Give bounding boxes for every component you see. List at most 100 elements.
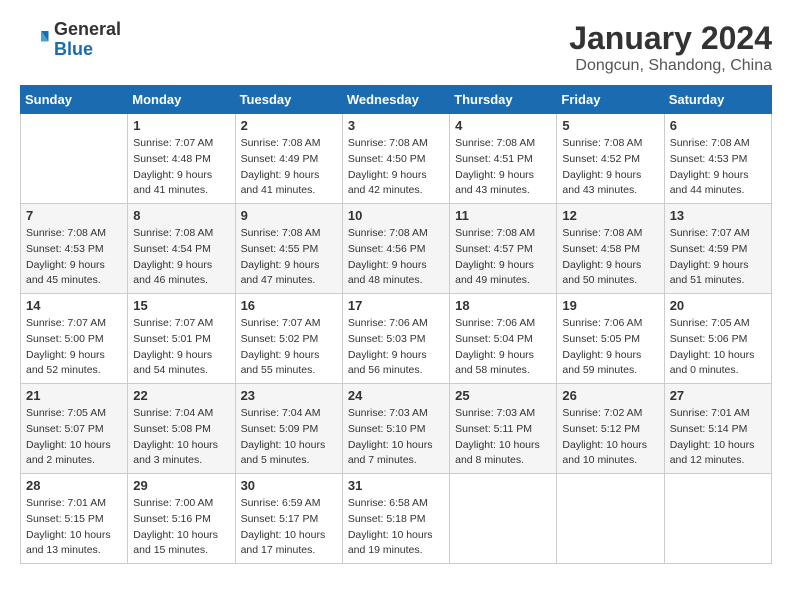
calendar-day-cell: 8 Sunrise: 7:08 AMSunset: 4:54 PMDaylight… — [128, 204, 235, 294]
weekday-header-cell: Thursday — [450, 86, 557, 114]
day-info: Sunrise: 7:00 AMSunset: 5:16 PMDaylight:… — [133, 496, 229, 559]
calendar-day-cell: 27 Sunrise: 7:01 AMSunset: 5:14 PMDayligh… — [664, 384, 771, 474]
day-number: 31 — [348, 478, 444, 493]
calendar-body: 1Sunrise: 7:07 AMSunset: 4:48 PMDaylight… — [21, 114, 772, 564]
day-info: Sunrise: 6:59 AMSunset: 5:17 PMDaylight:… — [241, 496, 337, 559]
calendar-day-cell: 9 Sunrise: 7:08 AMSunset: 4:55 PMDaylight… — [235, 204, 342, 294]
day-number: 29 — [133, 478, 229, 493]
title-block: January 2024 Dongcun, Shandong, China — [569, 20, 772, 75]
day-info: Sunrise: 7:01 AMSunset: 5:15 PMDaylight:… — [26, 496, 122, 559]
day-info: Sunrise: 7:08 AMSunset: 4:49 PMDaylight:… — [241, 136, 337, 199]
day-number: 22 — [133, 388, 229, 403]
day-number: 21 — [26, 388, 122, 403]
weekday-header-cell: Saturday — [664, 86, 771, 114]
logo-icon — [20, 25, 50, 55]
location-subtitle: Dongcun, Shandong, China — [569, 57, 772, 75]
calendar-day-cell: 14 Sunrise: 7:07 AMSunset: 5:00 PMDayligh… — [21, 294, 128, 384]
day-info: Sunrise: 7:06 AMSunset: 5:03 PMDaylight:… — [348, 316, 444, 379]
weekday-header-cell: Sunday — [21, 86, 128, 114]
logo-general: General — [54, 19, 121, 39]
day-info: Sunrise: 7:03 AMSunset: 5:10 PMDaylight:… — [348, 406, 444, 469]
calendar-day-cell: 1Sunrise: 7:07 AMSunset: 4:48 PMDaylight… — [128, 114, 235, 204]
day-number: 3 — [348, 118, 444, 133]
day-number: 14 — [26, 298, 122, 313]
day-info: Sunrise: 6:58 AMSunset: 5:18 PMDaylight:… — [348, 496, 444, 559]
calendar-day-cell: 18 Sunrise: 7:06 AMSunset: 5:04 PMDayligh… — [450, 294, 557, 384]
calendar-day-cell: 19 Sunrise: 7:06 AMSunset: 5:05 PMDayligh… — [557, 294, 664, 384]
day-info: Sunrise: 7:04 AMSunset: 5:08 PMDaylight:… — [133, 406, 229, 469]
day-number: 2 — [241, 118, 337, 133]
day-info: Sunrise: 7:08 AMSunset: 4:53 PMDaylight:… — [26, 226, 122, 289]
day-info: Sunrise: 7:01 AMSunset: 5:14 PMDaylight:… — [670, 406, 766, 469]
calendar-day-cell: 4 Sunrise: 7:08 AMSunset: 4:51 PMDaylight… — [450, 114, 557, 204]
calendar-day-cell: 13Sunrise: 7:07 AMSunset: 4:59 PMDayligh… — [664, 204, 771, 294]
day-info: Sunrise: 7:03 AMSunset: 5:11 PMDaylight:… — [455, 406, 551, 469]
day-info: Sunrise: 7:08 AMSunset: 4:51 PMDaylight:… — [455, 136, 551, 199]
day-number: 23 — [241, 388, 337, 403]
calendar-day-cell: 23 Sunrise: 7:04 AMSunset: 5:09 PMDayligh… — [235, 384, 342, 474]
day-number: 10 — [348, 208, 444, 223]
day-number: 17 — [348, 298, 444, 313]
calendar-week-row: 28 Sunrise: 7:01 AMSunset: 5:15 PMDayligh… — [21, 474, 772, 564]
day-info: Sunrise: 7:06 AMSunset: 5:05 PMDaylight:… — [562, 316, 658, 379]
calendar-day-cell: 24 Sunrise: 7:03 AMSunset: 5:10 PMDayligh… — [342, 384, 449, 474]
day-number: 18 — [455, 298, 551, 313]
day-info: Sunrise: 7:04 AMSunset: 5:09 PMDaylight:… — [241, 406, 337, 469]
calendar-day-cell — [664, 474, 771, 564]
day-number: 13 — [670, 208, 766, 223]
day-info: Sunrise: 7:08 AMSunset: 4:50 PMDaylight:… — [348, 136, 444, 199]
weekday-header-cell: Wednesday — [342, 86, 449, 114]
day-number: 19 — [562, 298, 658, 313]
calendar-day-cell: 5Sunrise: 7:08 AMSunset: 4:52 PMDaylight… — [557, 114, 664, 204]
day-number: 16 — [241, 298, 337, 313]
calendar-day-cell: 2 Sunrise: 7:08 AMSunset: 4:49 PMDaylight… — [235, 114, 342, 204]
calendar-day-cell: 12 Sunrise: 7:08 AMSunset: 4:58 PMDayligh… — [557, 204, 664, 294]
calendar-day-cell: 20 Sunrise: 7:05 AMSunset: 5:06 PMDayligh… — [664, 294, 771, 384]
day-number: 8 — [133, 208, 229, 223]
day-number: 6 — [670, 118, 766, 133]
day-info: Sunrise: 7:06 AMSunset: 5:04 PMDaylight:… — [455, 316, 551, 379]
day-info: Sunrise: 7:07 AMSunset: 5:00 PMDaylight:… — [26, 316, 122, 379]
day-number: 11 — [455, 208, 551, 223]
calendar-day-cell: 25 Sunrise: 7:03 AMSunset: 5:11 PMDayligh… — [450, 384, 557, 474]
logo-blue: Blue — [54, 39, 93, 59]
calendar-day-cell — [557, 474, 664, 564]
day-number: 9 — [241, 208, 337, 223]
day-number: 4 — [455, 118, 551, 133]
page-header: General Blue January 2024 Dongcun, Shand… — [20, 20, 772, 75]
calendar-day-cell: 26Sunrise: 7:02 AMSunset: 5:12 PMDayligh… — [557, 384, 664, 474]
day-info: Sunrise: 7:08 AMSunset: 4:54 PMDaylight:… — [133, 226, 229, 289]
calendar-day-cell: 31 Sunrise: 6:58 AMSunset: 5:18 PMDayligh… — [342, 474, 449, 564]
calendar-day-cell — [450, 474, 557, 564]
day-number: 27 — [670, 388, 766, 403]
weekday-header-cell: Tuesday — [235, 86, 342, 114]
calendar-week-row: 7Sunrise: 7:08 AMSunset: 4:53 PMDaylight… — [21, 204, 772, 294]
day-info: Sunrise: 7:08 AMSunset: 4:53 PMDaylight:… — [670, 136, 766, 199]
month-year-title: January 2024 — [569, 20, 772, 57]
day-info: Sunrise: 7:08 AMSunset: 4:55 PMDaylight:… — [241, 226, 337, 289]
day-number: 24 — [348, 388, 444, 403]
day-info: Sunrise: 7:08 AMSunset: 4:57 PMDaylight:… — [455, 226, 551, 289]
day-number: 25 — [455, 388, 551, 403]
day-info: Sunrise: 7:08 AMSunset: 4:58 PMDaylight:… — [562, 226, 658, 289]
calendar-table: SundayMondayTuesdayWednesdayThursdayFrid… — [20, 85, 772, 564]
calendar-day-cell: 6 Sunrise: 7:08 AMSunset: 4:53 PMDaylight… — [664, 114, 771, 204]
calendar-week-row: 1Sunrise: 7:07 AMSunset: 4:48 PMDaylight… — [21, 114, 772, 204]
day-number: 5 — [562, 118, 658, 133]
calendar-day-cell: 21Sunrise: 7:05 AMSunset: 5:07 PMDayligh… — [21, 384, 128, 474]
logo: General Blue — [20, 20, 121, 60]
day-info: Sunrise: 7:07 AMSunset: 5:02 PMDaylight:… — [241, 316, 337, 379]
day-number: 20 — [670, 298, 766, 313]
day-info: Sunrise: 7:07 AMSunset: 5:01 PMDaylight:… — [133, 316, 229, 379]
calendar-day-cell: 7Sunrise: 7:08 AMSunset: 4:53 PMDaylight… — [21, 204, 128, 294]
calendar-day-cell: 22 Sunrise: 7:04 AMSunset: 5:08 PMDayligh… — [128, 384, 235, 474]
day-number: 30 — [241, 478, 337, 493]
day-number: 12 — [562, 208, 658, 223]
calendar-day-cell: 30 Sunrise: 6:59 AMSunset: 5:17 PMDayligh… — [235, 474, 342, 564]
day-info: Sunrise: 7:05 AMSunset: 5:06 PMDaylight:… — [670, 316, 766, 379]
day-number: 28 — [26, 478, 122, 493]
day-info: Sunrise: 7:07 AMSunset: 4:48 PMDaylight:… — [133, 136, 229, 199]
calendar-day-cell: 15Sunrise: 7:07 AMSunset: 5:01 PMDayligh… — [128, 294, 235, 384]
calendar-day-cell: 17 Sunrise: 7:06 AMSunset: 5:03 PMDayligh… — [342, 294, 449, 384]
weekday-header-cell: Friday — [557, 86, 664, 114]
